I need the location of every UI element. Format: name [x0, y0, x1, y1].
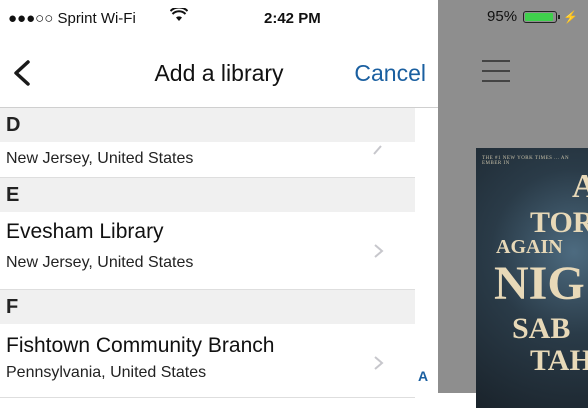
library-location: New Jersey, United States	[6, 150, 194, 167]
section-header-d: D	[0, 108, 415, 142]
book-title-line: TOR	[530, 206, 588, 239]
book-title-line: TAH	[530, 344, 588, 377]
library-list: D New Jersey, United States E Evesham Li…	[0, 108, 415, 398]
charging-icon: ⚡	[563, 9, 578, 24]
battery-icon	[523, 10, 561, 23]
book-title-line: SAB	[512, 312, 571, 345]
carrier-label: ●●●○○ Sprint Wi-Fi	[8, 10, 136, 27]
book-title-line: NIG	[494, 257, 585, 310]
book-tagline: THE #1 NEW YORK TIMES ... AN EMBER IN	[482, 156, 570, 166]
chevron-right-icon	[374, 356, 384, 370]
add-library-panel: ●●●○○ Sprint Wi-Fi 2:42 PM Add a library…	[0, 0, 438, 398]
cancel-button[interactable]: Cancel	[354, 60, 426, 87]
section-header-e: E	[0, 178, 415, 212]
chevron-right-icon	[374, 244, 384, 258]
nav-bar: Add a library Cancel	[0, 40, 438, 108]
status-bar: ●●●○○ Sprint Wi-Fi 2:42 PM	[0, 0, 438, 40]
book-title-line: A	[572, 168, 588, 205]
list-item[interactable]: Fishtown Community Branch Pennsylvania, …	[0, 324, 415, 398]
book-cover[interactable]: THE #1 NEW YORK TIMES ... AN EMBER IN A …	[476, 148, 588, 408]
wifi-icon	[169, 6, 189, 27]
section-header-f: F	[0, 290, 415, 324]
status-time: 2:42 PM	[264, 10, 321, 27]
chevron-right-icon	[373, 145, 382, 155]
hamburger-menu-icon[interactable]	[482, 60, 510, 90]
battery-percent: 95%	[487, 8, 518, 25]
list-item[interactable]: New Jersey, United States	[0, 142, 415, 178]
library-location: New Jersey, United States	[6, 254, 194, 271]
section-index-letter[interactable]: A	[418, 368, 428, 384]
status-right: 95% ⚡	[487, 8, 578, 25]
library-name: Fishtown Community Branch	[6, 334, 275, 357]
list-item[interactable]: Evesham Library New Jersey, United State…	[0, 212, 415, 290]
library-name: Evesham Library	[6, 220, 164, 243]
library-location: Pennsylvania, United States	[6, 364, 207, 381]
